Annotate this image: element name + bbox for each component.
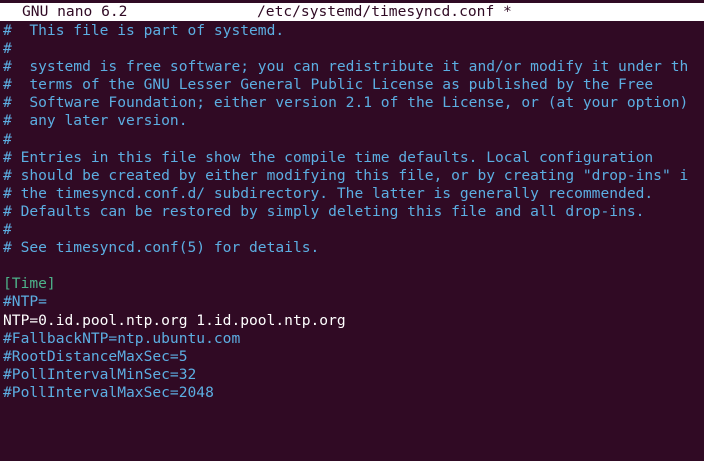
comment-line: # Entries in this file show the compile …: [3, 148, 654, 166]
file-path-modified: /etc/systemd/timesyncd.conf *: [257, 3, 512, 20]
comment-line: # This file is part of systemd.: [3, 22, 285, 39]
config-option-ntp: NTP=0.id.pool.ntp.org 1.id.pool.ntp.org: [3, 311, 346, 329]
comment-line: #: [3, 130, 12, 148]
nano-title-bar: GNU nano 6.2 /etc/systemd/timesyncd.conf…: [0, 3, 704, 21]
config-option-disabled: #FallbackNTP=ntp.ubuntu.com: [3, 329, 241, 347]
comment-line: # See timesyncd.conf(5) for details.: [3, 239, 320, 257]
comment-line: #: [3, 40, 12, 58]
comment-line: # terms of the GNU Lesser General Public…: [3, 76, 654, 94]
editor-buffer[interactable]: # This file is part of systemd. # # syst…: [3, 22, 704, 402]
comment-line: # the timesyncd.conf.d/ subdirectory. Th…: [3, 184, 654, 202]
config-option-disabled: #PollIntervalMinSec=32: [3, 365, 197, 383]
editor-name: GNU nano 6.2: [22, 3, 128, 20]
comment-line: # systemd is free software; you can redi…: [3, 58, 689, 76]
comment-line: # Defaults can be restored by simply del…: [3, 202, 645, 220]
comment-line: # any later version.: [3, 112, 188, 130]
config-option-disabled: #PollIntervalMaxSec=2048: [3, 383, 214, 401]
comment-line: # should be created by either modifying …: [3, 166, 689, 184]
terminal-window[interactable]: GNU nano 6.2 /etc/systemd/timesyncd.conf…: [0, 0, 704, 461]
config-option-disabled: #RootDistanceMaxSec=5: [3, 347, 188, 365]
section-header-time: [Time]: [3, 275, 56, 293]
config-option-disabled: #NTP=: [3, 293, 47, 311]
comment-line: #: [3, 221, 12, 239]
comment-line: # Software Foundation; either version 2.…: [3, 94, 689, 112]
